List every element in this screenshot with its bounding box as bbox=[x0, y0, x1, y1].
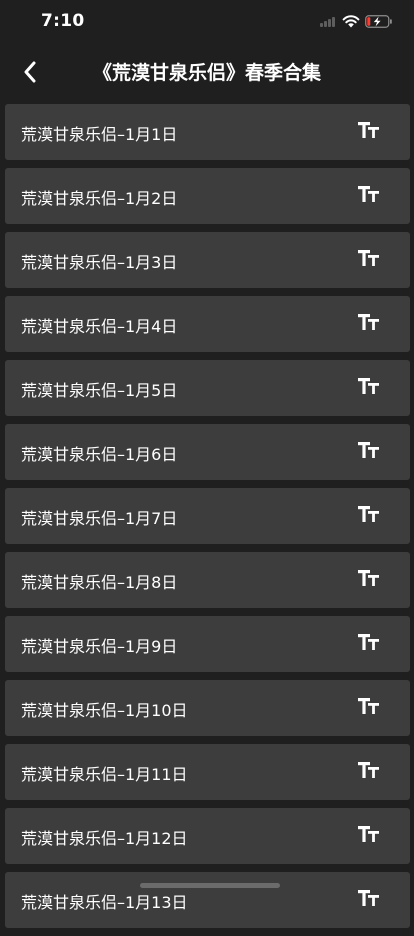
navigation-bar: 《荒漠甘泉乐侣》春季合集 bbox=[0, 44, 414, 100]
list-item-title: 荒漠甘泉乐侣–1月12日 bbox=[21, 829, 188, 848]
battery-charging-icon bbox=[365, 15, 392, 28]
list-item[interactable]: 荒漠甘泉乐侣–1月6日 bbox=[5, 424, 410, 480]
list-item[interactable]: 荒漠甘泉乐侣–1月1日 bbox=[5, 104, 410, 160]
list-item-title: 荒漠甘泉乐侣–1月8日 bbox=[21, 573, 178, 592]
font-size-icon[interactable] bbox=[357, 824, 381, 846]
chevron-left-icon bbox=[24, 61, 36, 83]
font-size-icon[interactable] bbox=[357, 248, 381, 270]
font-size-icon[interactable] bbox=[357, 696, 381, 718]
home-indicator bbox=[140, 883, 280, 888]
list-item-title: 荒漠甘泉乐侣–1月7日 bbox=[21, 509, 178, 528]
list-item-title: 荒漠甘泉乐侣–1月3日 bbox=[21, 253, 178, 272]
list-item-title: 荒漠甘泉乐侣–1月9日 bbox=[21, 637, 178, 656]
status-bar: 7:10 bbox=[0, 0, 414, 44]
list-item[interactable]: 荒漠甘泉乐侣–1月9日 bbox=[5, 616, 410, 672]
wifi-icon bbox=[342, 15, 360, 28]
font-size-icon[interactable] bbox=[357, 760, 381, 782]
list-item[interactable]: 荒漠甘泉乐侣–1月12日 bbox=[5, 808, 410, 864]
list-item-title: 荒漠甘泉乐侣–1月11日 bbox=[21, 765, 188, 784]
font-size-icon[interactable] bbox=[357, 312, 381, 334]
list-item-title: 荒漠甘泉乐侣–1月5日 bbox=[21, 381, 178, 400]
page-title: 《荒漠甘泉乐侣》春季合集 bbox=[92, 62, 321, 84]
list-item[interactable]: 荒漠甘泉乐侣–1月2日 bbox=[5, 168, 410, 224]
list-item[interactable]: 荒漠甘泉乐侣–1月13日 bbox=[5, 872, 410, 928]
article-list: 荒漠甘泉乐侣–1月1日 荒漠甘泉乐侣–1月2日 荒漠甘泉乐侣–1月3日 荒漠甘泉乐侣–… bbox=[5, 104, 410, 936]
list-item-title: 荒漠甘泉乐侣–1月6日 bbox=[21, 445, 178, 464]
font-size-icon[interactable] bbox=[357, 632, 381, 654]
list-item-title: 荒漠甘泉乐侣–1月1日 bbox=[21, 125, 178, 144]
font-size-icon[interactable] bbox=[357, 504, 381, 526]
list-item-title: 荒漠甘泉乐侣–1月2日 bbox=[21, 189, 178, 208]
list-item[interactable]: 荒漠甘泉乐侣–1月11日 bbox=[5, 744, 410, 800]
font-size-icon[interactable] bbox=[357, 888, 381, 910]
list-item-title: 荒漠甘泉乐侣–1月10日 bbox=[21, 701, 188, 720]
font-size-icon[interactable] bbox=[357, 120, 381, 142]
cellular-signal-icon bbox=[320, 17, 337, 27]
list-item-title: 荒漠甘泉乐侣–1月13日 bbox=[21, 893, 188, 912]
font-size-icon[interactable] bbox=[357, 376, 381, 398]
list-item[interactable]: 荒漠甘泉乐侣–1月5日 bbox=[5, 360, 410, 416]
status-time: 7:10 bbox=[41, 11, 85, 31]
list-item[interactable]: 荒漠甘泉乐侣–1月7日 bbox=[5, 488, 410, 544]
list-item[interactable]: 荒漠甘泉乐侣–1月3日 bbox=[5, 232, 410, 288]
font-size-icon[interactable] bbox=[357, 440, 381, 462]
list-item[interactable]: 荒漠甘泉乐侣–1月10日 bbox=[5, 680, 410, 736]
list-item-title: 荒漠甘泉乐侣–1月4日 bbox=[21, 317, 178, 336]
list-item[interactable]: 荒漠甘泉乐侣–1月4日 bbox=[5, 296, 410, 352]
font-size-icon[interactable] bbox=[357, 568, 381, 590]
list-item[interactable]: 荒漠甘泉乐侣–1月8日 bbox=[5, 552, 410, 608]
font-size-icon[interactable] bbox=[357, 184, 381, 206]
back-button[interactable] bbox=[12, 54, 48, 90]
